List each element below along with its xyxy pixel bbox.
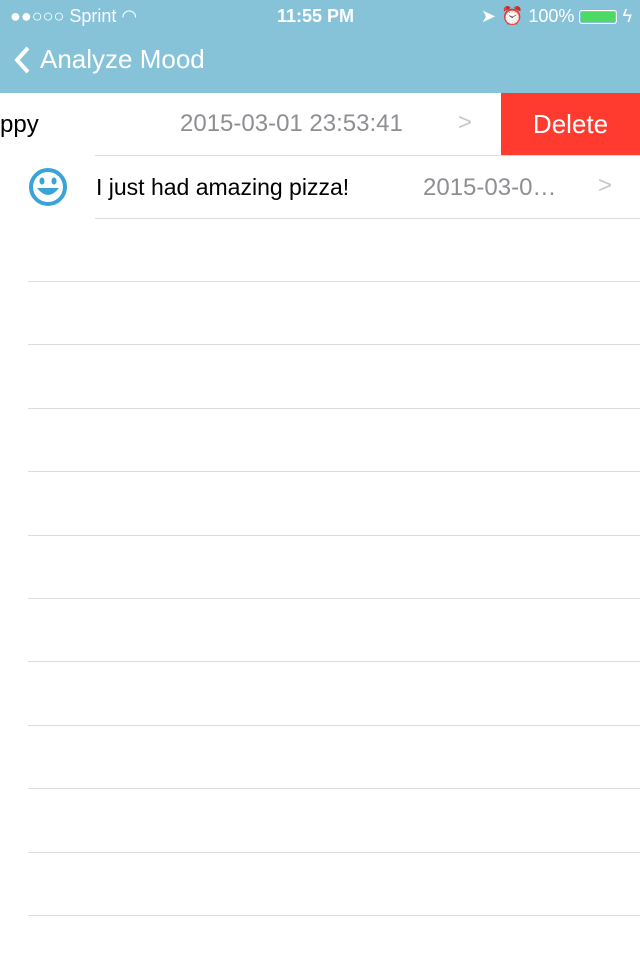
delete-button[interactable]: Delete [501, 93, 640, 155]
empty-row-divider [28, 281, 640, 282]
entry-date: 2015-03-01 23:53:41 [180, 110, 403, 137]
wifi-icon: ◠ [121, 6, 138, 26]
empty-row-divider [28, 344, 640, 346]
empty-row-divider [28, 788, 640, 790]
battery-percent: 100% [528, 6, 575, 26]
chevron-right-icon: > [458, 109, 473, 136]
clock: 11:55 PM [277, 6, 355, 26]
entry-text: ppy [0, 111, 39, 138]
header: ●●○○○ Sprint ◠ 11:55 PM ➤ ⏰ 100% ϟ Analy… [0, 0, 640, 93]
chevron-right-icon: > [598, 172, 613, 199]
empty-row-divider [28, 598, 640, 599]
empty-row-divider [28, 724, 640, 726]
list-item[interactable]: ppy 2015-03-01 23:53:41 > Delete [0, 93, 640, 155]
back-title: Analyze Mood [40, 44, 205, 74]
empty-row-divider [28, 915, 640, 916]
location-icon: ➤ [480, 6, 496, 26]
list-item[interactable]: I just had amazing pizza! 2015-03-0… > [0, 156, 640, 218]
charging-icon: ϟ [622, 6, 632, 26]
empty-row-divider [28, 661, 640, 663]
empty-row-divider [28, 851, 640, 853]
smiley-icon [29, 168, 67, 206]
divider [95, 218, 640, 219]
status-right: ➤ ⏰ 100% ϟ [481, 4, 632, 28]
back-button[interactable]: Analyze Mood [12, 44, 205, 75]
empty-row-divider [28, 534, 640, 536]
empty-row-divider [28, 407, 640, 409]
battery-icon [579, 10, 618, 25]
entry-date: 2015-03-0… [423, 174, 557, 201]
empty-row-divider [28, 471, 640, 473]
entry-text: I just had amazing pizza! [96, 174, 350, 200]
carrier: ●●○○○ Sprint ◠ [10, 6, 138, 26]
alarm-icon: ⏰ [500, 6, 524, 26]
chevron-left-icon [14, 46, 30, 73]
